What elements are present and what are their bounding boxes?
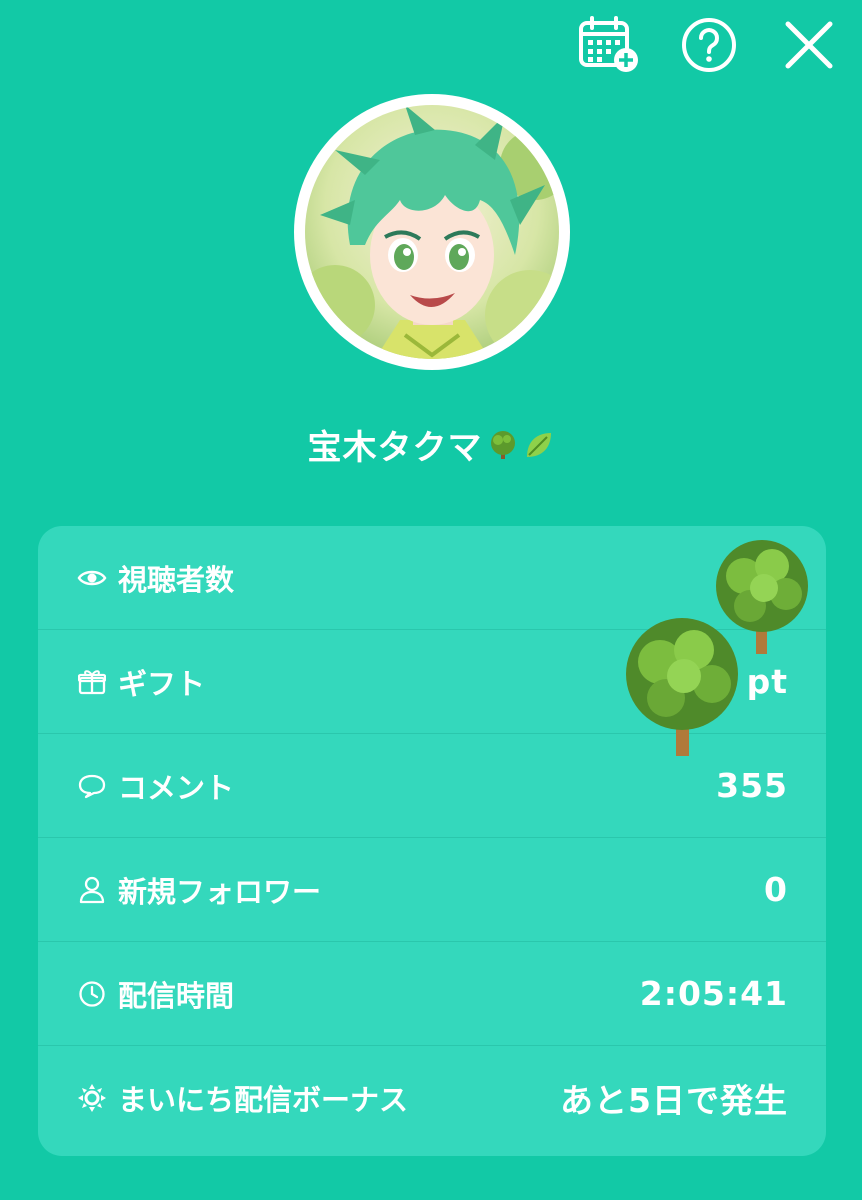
clock-icon <box>76 978 108 1010</box>
avatar <box>305 105 559 359</box>
stat-label-stream-time: 配信時間 <box>118 978 235 1013</box>
avatar-frame[interactable] <box>294 94 570 370</box>
stats-card: 視聴者数 ギフト pt コメント 355 新規フォロワー 0 配信時間 2:05… <box>38 526 826 1156</box>
stat-row-new-followers: 新規フォロワー 0 <box>38 838 826 942</box>
stat-row-comments: コメント 355 <box>38 734 826 838</box>
stat-value-gift: pt <box>746 662 788 701</box>
stat-value-daily-bonus: あと5日で発生 <box>560 1081 788 1120</box>
username: 宝木タクマ <box>0 420 862 469</box>
stat-label-viewers: 視聴者数 <box>118 562 235 597</box>
stat-value-comments: 355 <box>716 766 788 805</box>
gift-icon <box>76 666 108 698</box>
leaf-emoji-icon <box>526 432 551 457</box>
stat-label-daily-bonus: まいにち配信ボーナス <box>118 1083 409 1117</box>
stat-row-viewers: 視聴者数 <box>38 526 826 630</box>
help-button[interactable] <box>678 14 740 76</box>
stat-row-gift: ギフト pt <box>38 630 826 734</box>
help-icon <box>682 18 736 72</box>
person-icon <box>76 874 108 906</box>
tree-emoji-icon <box>490 430 515 459</box>
stat-row-stream-time: 配信時間 2:05:41 <box>38 942 826 1046</box>
close-button[interactable] <box>778 14 840 76</box>
username-text: 宝木タクマ <box>307 428 483 468</box>
calendar-add-icon <box>579 16 638 72</box>
close-icon <box>785 21 833 69</box>
stat-value-stream-time: 2:05:41 <box>639 974 788 1013</box>
stat-label-new-followers: 新規フォロワー <box>118 874 322 909</box>
top-actions <box>578 14 840 76</box>
eye-icon <box>76 562 108 594</box>
stat-label-comments: コメント <box>118 770 235 805</box>
stat-row-daily-bonus: まいにち配信ボーナス あと5日で発生 <box>38 1046 826 1150</box>
stat-value-new-followers: 0 <box>764 870 788 909</box>
sun-icon <box>76 1082 108 1114</box>
comment-icon <box>76 770 108 802</box>
calendar-add-button[interactable] <box>578 14 640 76</box>
stat-label-gift: ギフト <box>118 666 206 701</box>
